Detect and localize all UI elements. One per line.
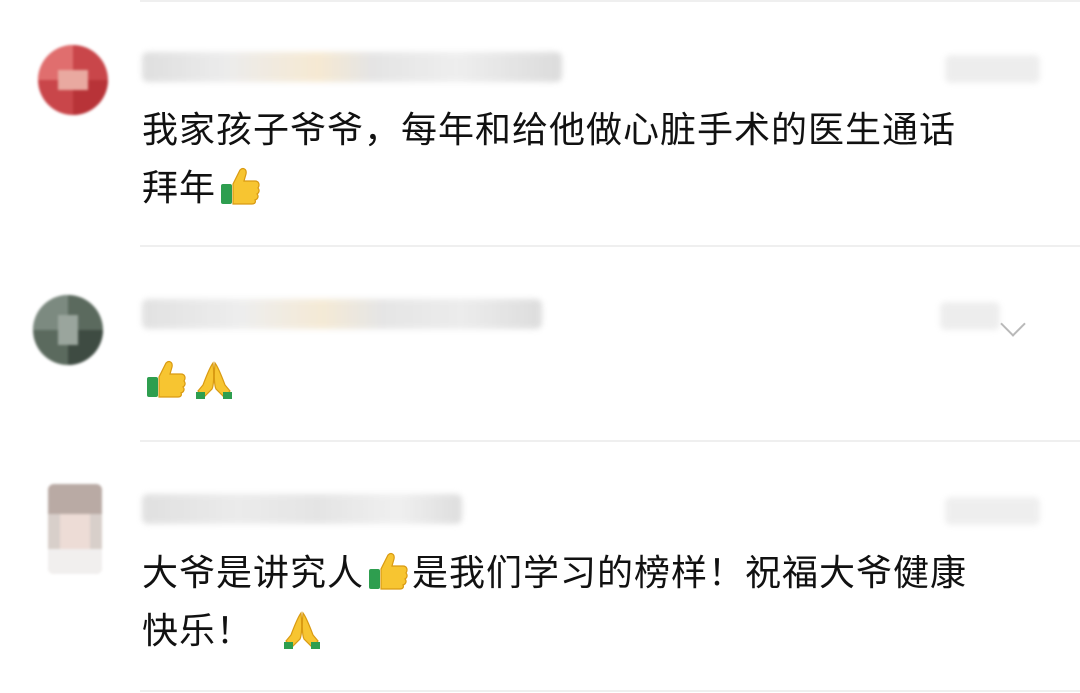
folded-hands-icon	[283, 611, 320, 649]
username-blurred[interactable]	[142, 52, 562, 82]
comment-3: 大爷是讲究人 是我们学习的榜样！祝福大爷健康 快乐！	[0, 442, 1080, 693]
thumbs-up-icon	[369, 553, 408, 590]
thumbs-up-icon	[147, 361, 186, 398]
comment-text-line2: 拜年	[142, 168, 217, 209]
avatar[interactable]	[38, 45, 108, 115]
like-count-blurred[interactable]	[945, 497, 1040, 525]
like-count-blurred[interactable]	[940, 302, 1000, 330]
avatar[interactable]	[33, 295, 103, 365]
folded-hands-icon	[196, 361, 232, 399]
comment-text: 大爷是讲究人 是我们学习的榜样！祝福大爷健康 快乐！	[142, 545, 1042, 661]
thumbs-up-icon	[221, 168, 260, 205]
comment-text-line1b: 是我们学习的榜样！祝福大爷健康	[412, 553, 968, 594]
divider-bottom	[140, 690, 1080, 692]
username-blurred[interactable]	[142, 494, 462, 524]
chevron-down-icon[interactable]	[1000, 311, 1026, 337]
comment-text-line1a: 大爷是讲究人	[142, 553, 365, 594]
comment-2	[0, 247, 1080, 441]
comment-text-line2: 快乐！	[142, 611, 254, 652]
comment-text	[142, 353, 1042, 411]
comment-text: 我家孩子爷爷，每年和给他做心脏手术的医生通话 拜年	[142, 102, 1042, 218]
username-blurred[interactable]	[142, 299, 542, 329]
avatar[interactable]	[48, 484, 102, 574]
comment-1: 我家孩子爷爷，每年和给他做心脏手术的医生通话 拜年	[0, 0, 1080, 246]
comment-text-line1: 我家孩子爷爷，每年和给他做心脏手术的医生通话	[142, 110, 957, 151]
like-count-blurred[interactable]	[945, 55, 1040, 83]
